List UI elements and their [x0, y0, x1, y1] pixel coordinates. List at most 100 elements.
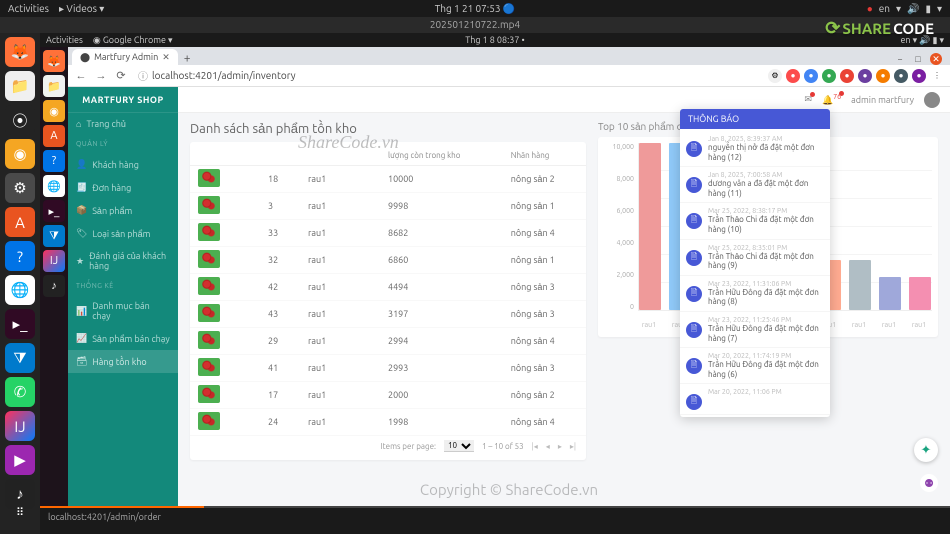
- inner-sw-icon[interactable]: A: [43, 125, 65, 147]
- inner-firefox-icon[interactable]: 🦊: [43, 50, 65, 72]
- window-close-icon[interactable]: ✕: [930, 53, 942, 65]
- nav-products[interactable]: 📦Sản phẩm: [68, 199, 178, 222]
- reload-icon[interactable]: ⟳: [114, 69, 128, 82]
- table-row[interactable]: 33 rau1 8682 nông sản 4: [190, 220, 586, 247]
- nav-home[interactable]: ⌂Trang chủ: [68, 113, 178, 135]
- table-row[interactable]: 18 rau1 10000 nông sản 2: [190, 166, 586, 193]
- table-row[interactable]: 41 rau1 2993 nông sản 3: [190, 355, 586, 382]
- screen-rec-icon[interactable]: ●: [867, 3, 873, 15]
- cell-vendor: nông sản 4: [503, 328, 586, 355]
- table-row[interactable]: 29 rau1 2994 nông sản 4: [190, 328, 586, 355]
- inner-chrome-icon[interactable]: 🌐: [43, 175, 65, 197]
- notif-item[interactable]: 🗎 Mar 20, 2022, 11:06 PM: [680, 384, 830, 415]
- browser-tab[interactable]: ⬤ Martfury Admin ✕: [72, 49, 178, 65]
- avatar[interactable]: [924, 92, 940, 108]
- forward-icon[interactable]: →: [94, 70, 108, 82]
- window-max-icon[interactable]: □: [912, 53, 924, 65]
- bell-icon[interactable]: 🔔76: [822, 93, 841, 106]
- chrome-icon[interactable]: 🌐: [5, 275, 35, 305]
- notif-ts: Mar 23, 2022, 11:31:06 PM: [708, 280, 824, 288]
- nav-categories[interactable]: 🏷Loại sản phẩm: [68, 222, 178, 245]
- software-icon[interactable]: A: [5, 207, 35, 237]
- notif-msg: Trần Thảo Chi đã đặt một đơn hàng (10): [708, 215, 824, 234]
- nav-best-prod[interactable]: 📈Sản phẩm bán chạy: [68, 327, 178, 350]
- inner-terminal-icon[interactable]: ▸_: [43, 200, 65, 222]
- chart-bar[interactable]: [639, 143, 661, 310]
- table-row[interactable]: 3 rau1 9998 nông sản 1: [190, 193, 586, 220]
- nav-reviews[interactable]: ★Đánh giá của khách hàng: [68, 245, 178, 277]
- pager-size-select[interactable]: 10: [444, 440, 474, 452]
- table-row[interactable]: 43 rau1 3197 nông sản 3: [190, 301, 586, 328]
- intellij-icon[interactable]: IJ: [5, 411, 35, 441]
- inner-vscode-icon[interactable]: ⧩: [43, 225, 65, 247]
- whatsapp-icon[interactable]: ✆: [5, 377, 35, 407]
- notif-item[interactable]: 🗎 Mar 20, 2022, 11:74:19 PM Trần Hữu Đôn…: [680, 348, 830, 384]
- nav-customers[interactable]: 👤Khách hàng: [68, 153, 178, 176]
- cell-vendor: nông sản 2: [503, 382, 586, 409]
- window-min-icon[interactable]: −: [894, 53, 906, 65]
- cell-stock: 3197: [380, 301, 503, 328]
- power-icon[interactable]: ▾: [937, 3, 942, 15]
- lang-indicator[interactable]: en: [879, 3, 890, 14]
- inner-help-icon[interactable]: ?: [43, 150, 65, 172]
- activities-menu[interactable]: Activities: [8, 3, 49, 15]
- video-progress[interactable]: localhost:4201/admin/order: [40, 506, 950, 534]
- pager-prev-icon[interactable]: ◂: [546, 442, 550, 451]
- mail-icon[interactable]: ✉: [804, 94, 812, 105]
- notif-item[interactable]: 🗎 Mar 23, 2022, 11:25:46 PM Trần Hữu Đôn…: [680, 312, 830, 348]
- new-tab-icon[interactable]: +: [178, 52, 197, 65]
- back-icon[interactable]: ←: [74, 70, 88, 82]
- chatgpt-float-icon[interactable]: ✦: [914, 438, 938, 462]
- video-player-icon[interactable]: ▶: [5, 445, 35, 475]
- terminal-icon[interactable]: ▸_: [5, 309, 35, 339]
- notif-item[interactable]: 🗎 Mar 25, 2022, 8:38:17 PM Trần Thảo Chi…: [680, 203, 830, 239]
- main-area: ✉ 🔔76 admin martfury Danh sách sản phẩm …: [178, 87, 950, 506]
- rhythmbox-icon[interactable]: ◉: [5, 139, 35, 169]
- chart-bar[interactable]: [909, 277, 931, 310]
- user-name[interactable]: admin martfury: [851, 95, 914, 105]
- table-row[interactable]: 17 rau1 2000 nông sản 2: [190, 382, 586, 409]
- inner-files-icon[interactable]: 📁: [43, 75, 65, 97]
- table-row[interactable]: 24 rau1 1998 nông sản 4: [190, 409, 586, 436]
- notif-item[interactable]: 🗎 Mar 23, 2022, 11:31:06 PM Trần Hữu Đôn…: [680, 276, 830, 312]
- network-icon[interactable]: ▾: [896, 3, 901, 15]
- product-thumb: [198, 358, 220, 376]
- tab-close-icon[interactable]: ✕: [162, 52, 170, 63]
- notif-item[interactable]: 🗎 Jan 8, 2025, 8:39:37 AM nguyễn thị nở …: [680, 131, 830, 167]
- chart-bar[interactable]: [849, 260, 871, 310]
- firefox-icon[interactable]: 🦊: [5, 37, 35, 67]
- notif-item[interactable]: 🗎 Mar 25, 2022, 8:35:01 PM Trần Thảo Chi…: [680, 240, 830, 276]
- files-icon[interactable]: 📁: [5, 71, 35, 101]
- pager-last-icon[interactable]: ▸|: [570, 442, 576, 451]
- nav-orders[interactable]: 🧾Đơn hàng: [68, 176, 178, 199]
- site-info-icon[interactable]: ⓘ: [138, 68, 148, 83]
- disk-icon[interactable]: ⦿: [5, 105, 35, 135]
- cell-vendor: nông sản 4: [503, 220, 586, 247]
- table-row[interactable]: 42 rau1 4494 nông sản 3: [190, 274, 586, 301]
- settings-icon[interactable]: ⚙: [5, 173, 35, 203]
- inner-activities[interactable]: Activities: [46, 35, 83, 45]
- assist-float-icon[interactable]: ⚉: [920, 474, 938, 492]
- vscode-icon[interactable]: ⧩: [5, 343, 35, 373]
- pager-next-icon[interactable]: ▸: [558, 442, 562, 451]
- table-row[interactable]: 32 rau1 6860 nông sản 1: [190, 247, 586, 274]
- inner-music-icon[interactable]: ♪: [43, 275, 65, 297]
- notif-item[interactable]: 🗎 Jan 8, 2025, 7:00:58 AM dương văn a đã…: [680, 167, 830, 203]
- url-input[interactable]: ⓘ localhost:4201/admin/inventory: [138, 68, 296, 83]
- cell-stock: 4494: [380, 274, 503, 301]
- pager-first-icon[interactable]: |◂: [532, 442, 538, 451]
- inner-intellij-icon[interactable]: IJ: [43, 250, 65, 272]
- chart-bar[interactable]: [879, 277, 901, 310]
- help-icon[interactable]: ?: [5, 241, 35, 271]
- nav-best-cat[interactable]: 📊Danh mục bán chạy: [68, 295, 178, 327]
- inner-rhythm-icon[interactable]: ◉: [43, 100, 65, 122]
- inner-app-menu[interactable]: ◉ Google Chrome ▾: [93, 35, 173, 46]
- videos-menu[interactable]: ▸ Videos ▾: [59, 3, 104, 15]
- star-icon: ★: [76, 256, 84, 267]
- notif-msg: Trần Hữu Đông đã đặt một đơn hàng (6): [708, 360, 824, 379]
- show-apps-icon[interactable]: ⠿: [6, 498, 34, 526]
- nav-inventory[interactable]: 🗃Hàng tồn kho: [68, 350, 178, 373]
- volume-icon[interactable]: 🔊: [907, 3, 919, 15]
- notif-ts: Mar 20, 2022, 11:74:19 PM: [708, 352, 824, 360]
- battery-icon[interactable]: ▮: [925, 3, 931, 15]
